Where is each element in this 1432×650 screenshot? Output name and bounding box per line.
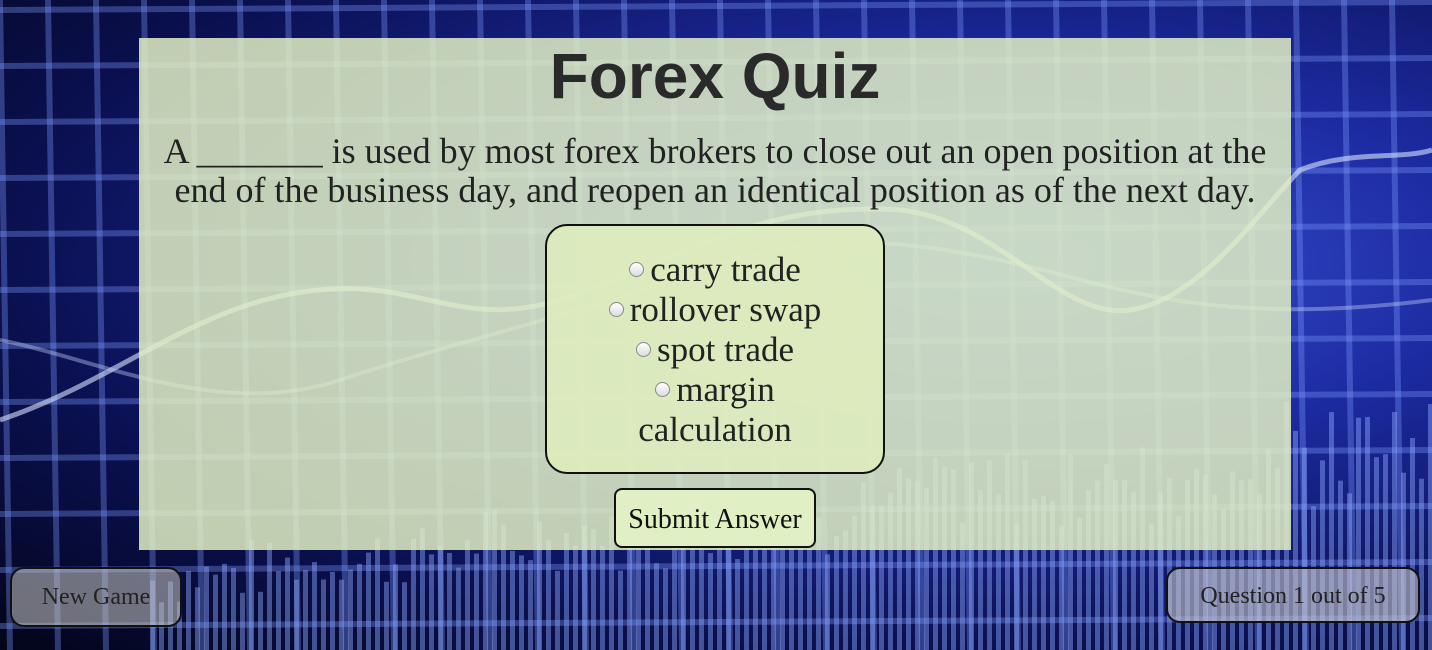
submit-answer-button[interactable]: Submit Answer — [614, 488, 816, 548]
background-volume-bar — [519, 555, 524, 650]
background-volume-bar — [753, 538, 758, 650]
background-volume-bar — [564, 532, 569, 650]
background-volume-bar — [285, 557, 290, 650]
background-volume-bar — [447, 552, 452, 650]
background-volume-bar — [366, 552, 371, 650]
background-volume-bar — [348, 569, 353, 650]
background-volume-bar — [465, 540, 470, 650]
background-volume-bar — [573, 545, 578, 650]
background-volume-bar — [1401, 472, 1406, 650]
background-volume-bar — [438, 546, 443, 650]
background-volume-bar — [1419, 478, 1424, 650]
background-volume-bar — [294, 579, 299, 650]
radio-button-icon[interactable] — [635, 342, 651, 358]
background-volume-bar — [771, 532, 776, 650]
background-volume-bar — [240, 592, 245, 650]
background-volume-bar — [195, 587, 200, 650]
background-volume-bar — [321, 579, 326, 650]
background-volume-bar — [384, 581, 389, 650]
option-label: rollover swap — [629, 290, 822, 329]
background-volume-bar — [411, 538, 416, 650]
background-volume-bar — [690, 540, 695, 650]
background-volume-bar — [663, 568, 668, 650]
background-volume-bar — [258, 591, 263, 650]
background-volume-bar — [393, 564, 398, 650]
background-volume-bar — [375, 538, 380, 650]
radio-button-icon[interactable] — [608, 302, 624, 318]
background-grid-line — [0, 0, 13, 650]
background-volume-bar — [213, 574, 218, 650]
question-counter: Question 1 out of 5 — [1166, 567, 1420, 623]
radio-button-icon[interactable] — [629, 262, 645, 278]
background-grid-line — [45, 0, 61, 650]
background-grid-line — [93, 0, 109, 650]
radio-button-icon[interactable] — [655, 382, 671, 398]
background-volume-bar — [528, 560, 533, 650]
background-volume-bar — [339, 579, 344, 650]
background-volume-bar — [249, 539, 254, 650]
answer-options-box: carry trade rollover swap spot trade mar… — [545, 224, 885, 474]
option-rollover-swap[interactable]: rollover swap — [547, 290, 883, 330]
background-volume-bar — [699, 535, 704, 650]
background-volume-bar — [303, 570, 308, 650]
option-carry-trade[interactable]: carry trade — [547, 250, 883, 290]
background-volume-bar — [312, 562, 317, 650]
background-volume-bar — [735, 559, 740, 650]
background-volume-bar — [429, 554, 434, 650]
background-volume-bar — [654, 563, 659, 650]
background-volume-bar — [510, 550, 515, 650]
option-label: spot trade — [656, 330, 795, 369]
background-volume-bar — [231, 567, 236, 650]
option-label: carry trade — [650, 250, 801, 289]
background-volume-bar — [456, 567, 461, 650]
background-volume-bar — [204, 566, 209, 650]
question-text: A _______ is used by most forex brokers … — [163, 131, 1267, 210]
quiz-panel: Forex Quiz A _______ is used by most for… — [139, 38, 1291, 550]
background-volume-bar — [717, 544, 722, 650]
background-volume-bar — [645, 532, 650, 650]
option-margin-calculation[interactable]: margin calculation — [547, 370, 883, 450]
background-volume-bar — [267, 542, 272, 650]
background-volume-bar — [402, 582, 407, 650]
background-volume-bar — [555, 570, 560, 650]
background-volume-bar — [186, 571, 191, 650]
background-volume-bar — [1338, 480, 1343, 650]
background-volume-bar — [474, 553, 479, 650]
background-grid-line — [0, 0, 1432, 13]
option-spot-trade[interactable]: spot trade — [547, 330, 883, 370]
background-volume-bar — [276, 571, 281, 650]
background-volume-bar — [834, 536, 839, 650]
background-volume-bar — [222, 563, 227, 650]
background-volume-bar — [1428, 404, 1432, 650]
background-volume-bar — [357, 563, 362, 650]
background-volume-bar — [600, 545, 605, 650]
quiz-title: Forex Quiz — [549, 40, 881, 112]
new-game-button[interactable]: New Game — [10, 567, 182, 627]
background-volume-bar — [708, 553, 713, 650]
background-volume-bar — [618, 570, 623, 650]
background-volume-bar — [330, 571, 335, 650]
background-volume-bar — [546, 539, 551, 650]
background-volume-bar — [825, 554, 830, 650]
